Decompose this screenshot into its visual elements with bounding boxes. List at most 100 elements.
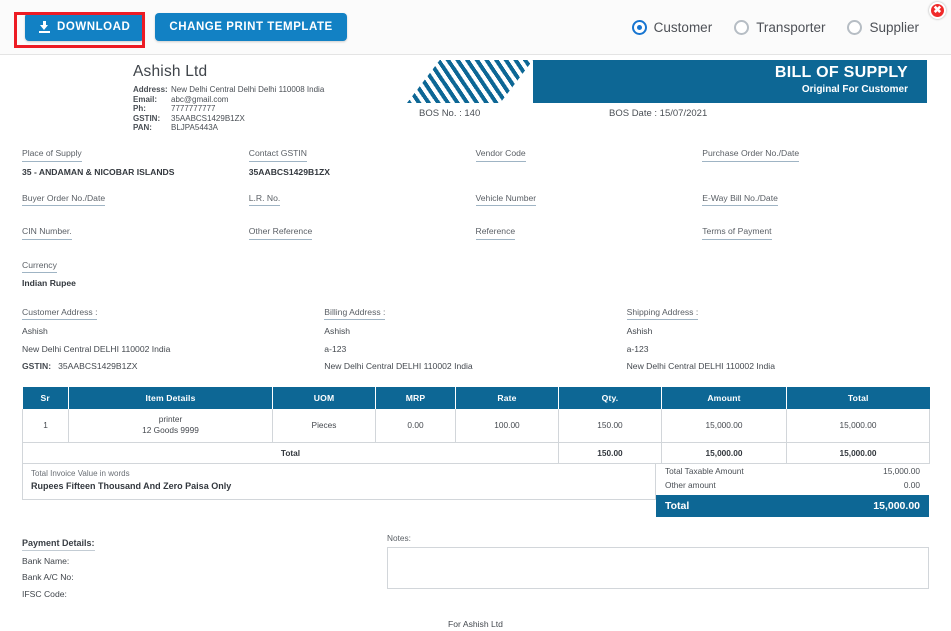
amount-in-words-value: Rupees Fifteen Thousand And Zero Paisa O… [31,480,232,491]
field-vehicle-number: Vehicle Number [475,188,703,212]
field-lr-no: L.R. No. [248,188,476,212]
customer-address-title: Customer Address : [22,307,98,320]
download-icon [39,21,50,33]
change-print-template-label: CHANGE PRINT TEMPLATE [169,21,333,33]
radio-supplier[interactable]: Supplier [847,19,919,35]
field-row-3: CIN Number. Other Reference Reference Te… [22,221,929,245]
column-header-sr: Sr [22,386,69,409]
table-row: 1 printer 12 Goods 9999 Pieces 0.00 100.… [22,408,930,443]
cell-rate: 100.00 [455,408,559,443]
cell-item-name: printer [158,413,183,424]
close-icon-glyph: ✖ [933,5,942,16]
customer-address-line1: Ashish [22,326,48,336]
column-header-rate: Rate [455,386,559,409]
amount-in-words-block: Total Invoice Value in words Rupees Fift… [22,463,656,500]
payment-ifsc-code: IFSC Code: [22,588,67,599]
billing-address-line3: New Delhi Central DELHI 110002 India [324,361,473,371]
company-email-row: Email: abc@gmail.com [133,95,387,105]
cell-item-desc: 12 Goods 9999 [142,425,199,435]
for-company-text: For Ashish Ltd [448,619,503,629]
payment-details-title: Payment Details: [22,538,95,551]
company-gstin-value: 35AABCS1429B1ZX [171,113,245,123]
address-grid: Customer Address : Ashish New Delhi Cent… [22,302,929,373]
radio-customer-label: Customer [653,19,713,35]
download-button-label: DOWNLOAD [57,21,131,33]
grand-total-label: Total [665,499,690,512]
company-address-key: Address: [133,85,168,94]
total-row-amount: 15,000.00 [661,442,787,464]
cell-sr: 1 [22,408,69,443]
field-cin-number: CIN Number. [22,221,249,245]
company-pan-row: PAN: BLJPA5443A [133,123,387,133]
summary-block: Total Taxable Amount 15,000.00 Other amo… [656,464,929,517]
close-icon[interactable]: ✖ [929,2,946,19]
company-phone-row: Ph: 7777777777 [133,104,387,114]
shipping-address-line3: New Delhi Central DELHI 110002 India [626,361,775,371]
cell-amount: 15,000.00 [661,408,787,443]
summary-row-taxable: Total Taxable Amount 15,000.00 [656,464,929,478]
radio-transporter-mark [734,19,750,35]
radio-customer[interactable]: Customer [631,19,713,35]
field-buyer-order: Buyer Order No./Date [22,188,249,212]
company-name: Ashish Ltd [133,63,208,80]
field-terms-of-payment: Terms of Payment [702,221,929,245]
radio-transporter[interactable]: Transporter [734,19,825,35]
billing-address-title: Billing Address : [324,307,386,320]
field-other-reference: Other Reference [248,221,476,245]
payment-details-block: Payment Details: Bank Name: Bank A/C No:… [22,533,387,601]
company-block: Ashish Ltd Address: New Delhi Central De… [22,55,387,132]
print-preview-page: DOWNLOAD CHANGE PRINT TEMPLATE Customer … [0,0,951,631]
column-header-amount: Amount [661,386,787,409]
field-contact-gstin-label: Contact GSTIN [248,148,308,162]
billing-address-line2: a-123 [324,343,347,354]
shipping-address-line1: Ashish [626,326,653,336]
radio-supplier-label: Supplier [869,19,919,35]
field-reference-label: Reference [475,226,516,240]
field-cin-number-label: CIN Number. [22,226,72,240]
customer-address-gstin: GSTIN: 35AABCS1429B1ZX [22,361,310,373]
table-header-row: Sr Item Details UOM MRP Rate Qty. Amount… [22,386,930,409]
field-reference: Reference [475,221,703,245]
summary-taxable-label: Total Taxable Amount [665,465,744,476]
column-header-qty: Qty. [558,386,662,409]
field-terms-of-payment-label: Terms of Payment [702,226,772,240]
payment-bank-name: Bank Name: [22,555,70,566]
field-vendor-code: Vendor Code [475,143,703,178]
shipping-address-title: Shipping Address : [626,307,699,320]
notes-block: Notes: [387,533,929,601]
field-purchase-order-label: Purchase Order No./Date [702,148,800,162]
download-button[interactable]: DOWNLOAD [25,13,145,41]
company-pan-key: PAN: [133,123,152,133]
cell-item-details: printer 12 Goods 9999 [68,408,273,443]
summary-row-grand-total: Total 15,000.00 [656,494,929,517]
field-vendor-code-label: Vendor Code [475,148,526,162]
banner-title: BILL OF SUPPLY [774,64,908,81]
cell-total: 15,000.00 [786,408,930,443]
change-print-template-button[interactable]: CHANGE PRINT TEMPLATE [155,13,347,41]
cell-mrp: 0.00 [375,408,456,443]
billing-address-block: Billing Address : Ashish a-123 New Delhi… [324,302,626,373]
bos-date: BOS Date : 15/07/2021 [609,108,708,119]
grand-total-value: 15,000.00 [873,499,920,512]
radio-customer-mark [631,19,647,35]
customer-address-block: Customer Address : Ashish New Delhi Cent… [22,302,324,373]
field-currency: Currency Indian Rupee [22,255,249,290]
company-pan-value: BLJPA5443A [171,123,218,133]
invoice-fields-grid: Place of Supply 35 - ANDAMAN & NICOBAR I… [22,143,929,289]
company-address-row: Address: New Delhi Central Delhi Delhi 1… [133,85,387,95]
field-buyer-order-label: Buyer Order No./Date [22,193,106,206]
print-preview-toolbar: DOWNLOAD CHANGE PRINT TEMPLATE Customer … [0,0,951,55]
column-header-total: Total [786,386,930,409]
field-place-of-supply: Place of Supply 35 - ANDAMAN & NICOBAR I… [22,143,249,178]
company-phone-key: Ph: [133,104,146,114]
customer-address-gstin-label: GSTIN: [22,361,52,371]
total-row-label: Total [22,442,559,464]
field-row-2: Buyer Order No./Date L.R. No. Vehicle Nu… [22,188,929,212]
field-purchase-order: Purchase Order No./Date [702,143,929,178]
totals-section: Total Invoice Value in words Rupees Fift… [22,463,929,517]
field-place-of-supply-label: Place of Supply [22,148,82,162]
notes-label: Notes: [387,532,411,543]
shipping-address-line2: a-123 [626,343,649,354]
field-vehicle-number-label: Vehicle Number [475,193,537,206]
notes-input[interactable] [387,546,929,589]
